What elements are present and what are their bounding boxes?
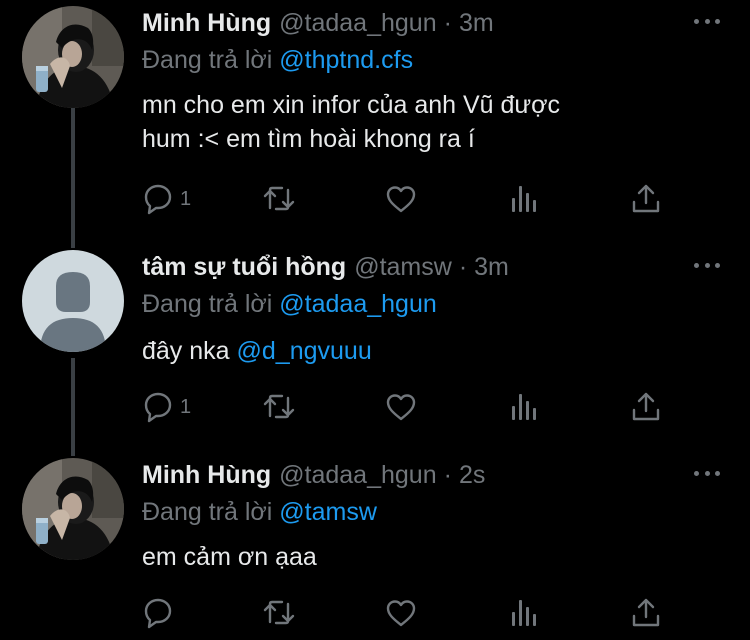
retweet-icon bbox=[263, 394, 295, 419]
share-button[interactable] bbox=[630, 182, 662, 216]
username[interactable]: @tamsw bbox=[354, 250, 452, 284]
more-icon[interactable] bbox=[694, 16, 720, 26]
avatar[interactable] bbox=[22, 458, 124, 560]
tweet[interactable]: Minh Hùng @tadaa_hgun · 2s Đang trả lời … bbox=[0, 458, 750, 640]
replying-to: Đang trả lời @thptnd.cfs bbox=[142, 44, 413, 76]
timestamp[interactable]: 3m bbox=[459, 6, 494, 40]
replying-to-mention[interactable]: @thptnd.cfs bbox=[279, 46, 413, 74]
username[interactable]: @tadaa_hgun bbox=[279, 6, 436, 40]
reply-icon bbox=[144, 598, 172, 629]
views-icon bbox=[512, 186, 536, 212]
replying-to: Đang trả lời @tadaa_hgun bbox=[142, 288, 437, 320]
timestamp[interactable]: 3m bbox=[474, 250, 509, 284]
replying-to-mention[interactable]: @tadaa_hgun bbox=[279, 290, 436, 318]
avatar[interactable] bbox=[22, 6, 124, 108]
default-avatar-icon bbox=[22, 250, 124, 352]
like-button[interactable] bbox=[385, 182, 417, 216]
views-button[interactable] bbox=[508, 182, 540, 216]
tweet-text: em cảm ơn ạaa bbox=[142, 540, 702, 574]
action-bar bbox=[142, 596, 682, 630]
tweet[interactable]: tâm sự tuổi hồng @tamsw · 3m Đang trả lờ… bbox=[0, 250, 750, 440]
retweet-button[interactable] bbox=[262, 182, 296, 216]
tweet-header: Minh Hùng @tadaa_hgun · 2s bbox=[142, 458, 485, 492]
tweet-header: Minh Hùng @tadaa_hgun · 3m bbox=[142, 6, 494, 40]
tweet-text: đây nka @d_ngvuuu bbox=[142, 334, 702, 368]
views-button[interactable] bbox=[508, 596, 540, 630]
reply-count: 1 bbox=[180, 395, 192, 418]
share-icon bbox=[632, 598, 660, 627]
tweet-text-line: em cảm ơn ạaa bbox=[142, 543, 317, 571]
display-name[interactable]: tâm sự tuổi hồng bbox=[142, 250, 346, 284]
action-bar: 1 bbox=[142, 390, 682, 424]
like-button[interactable] bbox=[385, 390, 417, 424]
reply-button[interactable]: 1 bbox=[142, 182, 191, 216]
like-icon bbox=[386, 394, 416, 421]
avatar-photo bbox=[22, 6, 124, 108]
replying-to-mention[interactable]: @tamsw bbox=[279, 498, 377, 526]
replying-to-label: Đang trả lời bbox=[142, 498, 273, 526]
views-icon bbox=[512, 600, 536, 626]
separator-dot: · bbox=[443, 461, 452, 489]
more-icon[interactable] bbox=[694, 468, 720, 478]
username[interactable]: @tadaa_hgun bbox=[279, 458, 436, 492]
share-button[interactable] bbox=[630, 596, 662, 630]
tweet[interactable]: Minh Hùng @tadaa_hgun · 3m Đang trả lời … bbox=[0, 6, 750, 216]
replying-to-label: Đang trả lời bbox=[142, 290, 273, 318]
reply-button[interactable] bbox=[142, 596, 174, 630]
reply-button[interactable]: 1 bbox=[142, 390, 191, 424]
tweet-mention[interactable]: @d_ngvuuu bbox=[237, 337, 372, 365]
avatar[interactable] bbox=[22, 250, 124, 352]
retweet-button[interactable] bbox=[262, 596, 296, 630]
separator-dot: · bbox=[443, 9, 452, 37]
views-button[interactable] bbox=[508, 390, 540, 424]
share-icon bbox=[632, 392, 660, 421]
reply-count: 1 bbox=[180, 187, 192, 210]
more-icon[interactable] bbox=[694, 260, 720, 270]
avatar-photo bbox=[22, 458, 124, 560]
action-bar: 1 bbox=[142, 182, 682, 216]
reply-icon bbox=[144, 184, 172, 215]
tweet-text-line: hum :< em tìm hoài khong ra í bbox=[142, 125, 475, 153]
retweet-icon bbox=[263, 600, 295, 625]
separator-dot: · bbox=[458, 253, 468, 281]
timestamp[interactable]: 2s bbox=[459, 458, 485, 492]
retweet-button[interactable] bbox=[262, 390, 296, 424]
share-button[interactable] bbox=[630, 390, 662, 424]
reply-icon bbox=[144, 392, 172, 423]
share-icon bbox=[632, 184, 660, 213]
display-name[interactable]: Minh Hùng bbox=[142, 6, 271, 40]
like-icon bbox=[386, 186, 416, 213]
views-icon bbox=[512, 394, 536, 420]
tweet-text-plain: đây nka bbox=[142, 337, 237, 365]
replying-to-label: Đang trả lời bbox=[142, 46, 273, 74]
like-button[interactable] bbox=[385, 596, 417, 630]
tweet-text-line: mn cho em xin infor của anh Vũ được bbox=[142, 91, 561, 119]
tweet-header: tâm sự tuổi hồng @tamsw · 3m bbox=[142, 250, 509, 284]
retweet-icon bbox=[263, 186, 295, 211]
replying-to: Đang trả lời @tamsw bbox=[142, 496, 377, 528]
tweet-text: mn cho em xin infor của anh Vũ được hum … bbox=[142, 88, 702, 156]
display-name[interactable]: Minh Hùng bbox=[142, 458, 271, 492]
like-icon bbox=[386, 600, 416, 627]
